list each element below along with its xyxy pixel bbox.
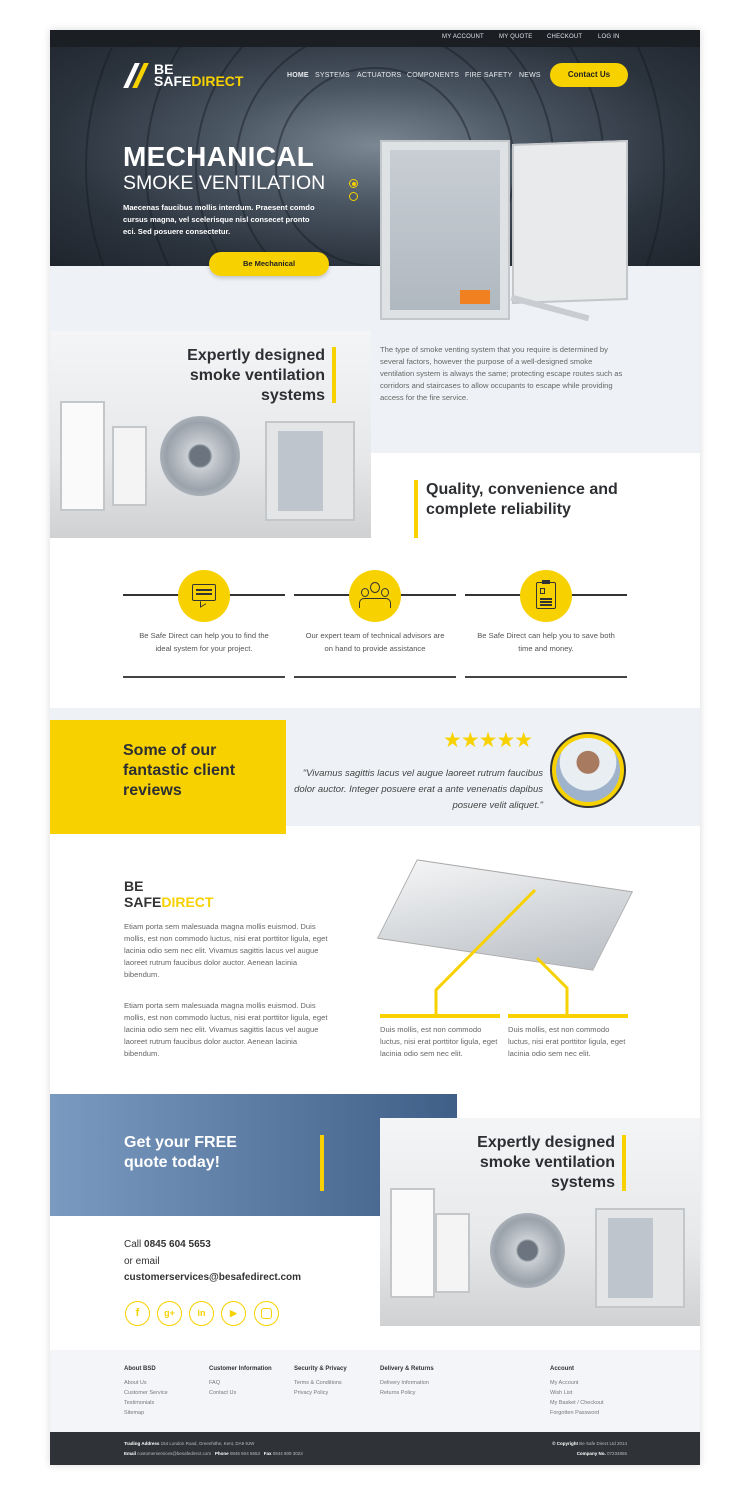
contact-details: Call 0845 604 5653 or email customerserv… (124, 1239, 302, 1283)
about-para-2: Etiam porta sem malesuada magna mollis e… (124, 1001, 328, 1058)
google-plus-icon[interactable]: g+ (157, 1301, 182, 1326)
intro-heading: Expertly designed smoke ventilation syst… (187, 347, 325, 404)
nav-fire-safety[interactable]: FIRE SAFETY (465, 72, 512, 79)
louvre-vent-image (376, 850, 634, 1025)
review-quote: "Vivamus sagittis lacus vel augue laoree… (294, 768, 543, 811)
nav-actuators[interactable]: ACTUATORS (357, 72, 401, 79)
reviewer-avatar (550, 732, 626, 808)
chat-document-icon (178, 570, 230, 622)
nav-components[interactable]: COMPONENTS (407, 72, 459, 79)
hero-text: Maecenas faucibus mollis interdum. Praes… (123, 203, 315, 236)
footer-links: About BSD About Us Customer Service Testim… (50, 1350, 700, 1432)
hero-subtitle: SMOKE VENTILATION (123, 172, 326, 194)
be-mechanical-button[interactable]: Be Mechanical (209, 252, 329, 276)
login-link[interactable]: LOG IN (598, 34, 620, 40)
feature-text: Be Safe Direct can help you to save both… (477, 631, 615, 653)
instagram-icon[interactable] (254, 1301, 279, 1326)
nav-news[interactable]: NEWS (519, 72, 541, 79)
about-logo: BE SAFEDIRECT (124, 878, 214, 910)
slide-dot[interactable] (349, 192, 358, 201)
contact-us-button[interactable]: Contact Us (550, 63, 628, 87)
intro-text: The type of smoke venting system that yo… (380, 345, 623, 402)
callout-text-2: Duis mollis, est non commodo luctus, nis… (508, 1025, 626, 1058)
hero-title: MECHANICAL (123, 141, 315, 172)
image-heading: Expertly designed smoke ventilation syst… (477, 1134, 615, 1191)
clipboard-icon (520, 570, 572, 622)
feature-text: Be Safe Direct can help you to find the … (139, 631, 269, 653)
checkout-link[interactable]: CHECKOUT (547, 34, 582, 40)
five-star-rating: ★★★★★ (443, 729, 533, 752)
my-quote-link[interactable]: MY QUOTE (499, 34, 533, 40)
youtube-icon[interactable]: ▶ (221, 1301, 246, 1326)
about-para-1: Etiam porta sem malesuada magna mollis e… (124, 922, 328, 979)
linkedin-icon[interactable]: in (189, 1301, 214, 1326)
page: MY ACCOUNT MY QUOTE CHECKOUT LOG IN BE S… (50, 30, 700, 1465)
free-quote-heading: Get your FREE quote today! (124, 1134, 237, 1171)
nav-systems[interactable]: SYSTEMS (315, 72, 350, 79)
footer-bottom: Trading Address 154 London Road, Greenhi… (50, 1432, 700, 1465)
slide-dot-active[interactable] (349, 179, 358, 188)
top-bar: MY ACCOUNT MY QUOTE CHECKOUT LOG IN (50, 30, 700, 47)
team-icon (349, 570, 401, 622)
reviews-heading: Some of our fantastic client reviews (123, 742, 236, 799)
control-panel-image (380, 139, 628, 322)
phone-link[interactable]: 0845 604 5653 (144, 1239, 211, 1250)
feature-text: Our expert team of technical advisors ar… (305, 631, 445, 653)
nav-home[interactable]: HOME (287, 72, 309, 79)
callout-text-1: Duis mollis, est non commodo luctus, nis… (380, 1025, 498, 1058)
quality-heading: Quality, convenience and complete reliab… (426, 481, 618, 518)
facebook-icon[interactable]: f (125, 1301, 150, 1326)
email-link[interactable]: customerservices@besafedirect.com (124, 1272, 301, 1283)
my-account-link[interactable]: MY ACCOUNT (442, 34, 484, 40)
